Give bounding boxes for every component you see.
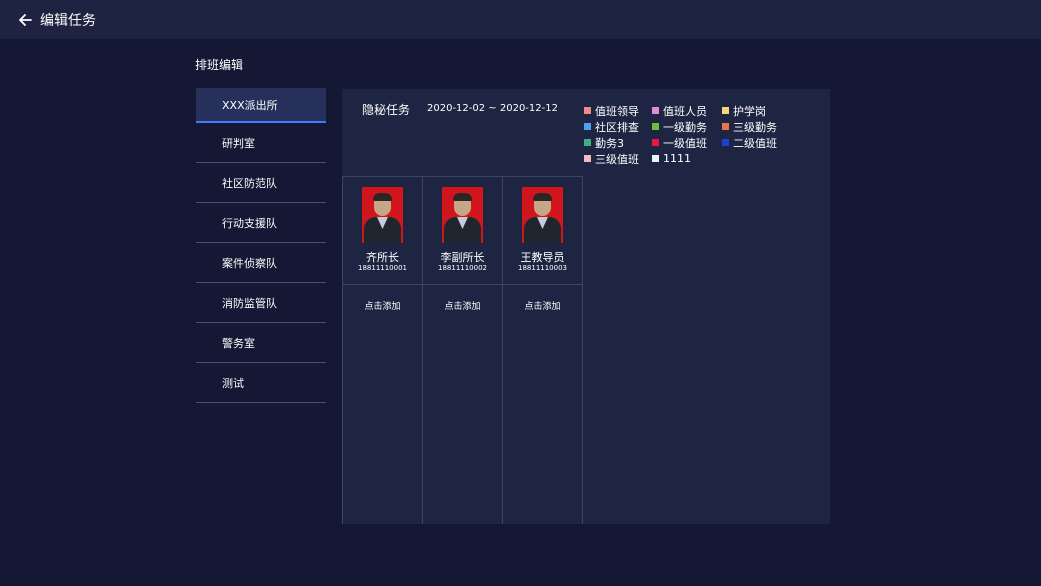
sidebar-item-label: 研判室 [222,136,255,150]
person-phone: 18811110003 [518,264,567,272]
legend-item: 护学岗 [722,103,802,118]
legend-item: 值班领导 [584,103,652,118]
schedule-panel: 隐秘任务 2020-12-02 ~ 2020-12-12 值班领导 值班人员 护… [342,89,830,524]
sidebar-item-label: 社区防范队 [222,176,277,190]
legend-item: 值班人员 [652,103,722,118]
department-sidebar: XXX派出所 研判室 社区防范队 行动支援队 案件侦察队 消防监管队 警务室 测… [196,88,326,403]
legend-item: 三级勤务 [722,119,802,134]
person-photo [442,187,483,243]
sidebar-item-fire-supervision[interactable]: 消防监管队 [196,283,326,323]
legend-item: 三级值班 [584,151,652,166]
sidebar-item-label: XXX派出所 [222,98,278,112]
sidebar-item-label: 案件侦察队 [222,256,277,270]
legend-swatch [584,107,591,114]
person-photo [522,187,563,243]
sidebar-item-label: 测试 [222,376,244,390]
add-shift-button[interactable]: 点击添加 [503,299,582,312]
sidebar-item-support-team[interactable]: 行动支援队 [196,203,326,243]
sidebar-item-research-room[interactable]: 研判室 [196,123,326,163]
add-shift-button[interactable]: 点击添加 [423,299,502,312]
legend-item: 一级值班 [652,135,722,150]
top-bar: 编辑任务 [0,0,1041,39]
legend-swatch [584,123,591,130]
person-name: 齐所长 [366,251,399,264]
person-name: 王教导员 [520,251,565,264]
person-card: 李副所长 18811110002 [423,177,502,285]
legend-swatch [584,155,591,162]
sidebar-item-label: 行动支援队 [222,216,277,230]
legend-swatch [652,123,659,130]
sidebar-item-xxx-station[interactable]: XXX派出所 [196,88,326,123]
person-name: 李副所长 [440,251,485,264]
legend-swatch [722,139,729,146]
person-phone: 18811110002 [438,264,487,272]
legend-swatch [652,139,659,146]
legend-item: 社区排查 [584,119,652,134]
sidebar-item-community-patrol[interactable]: 社区防范队 [196,163,326,203]
legend-swatch [584,139,591,146]
person-column: 李副所长 18811110002 点击添加 [422,176,503,524]
duty-legend: 值班领导 值班人员 护学岗 社区排查 一级勤务 三级勤务 勤务3 一级值班 二级… [584,103,824,166]
legend-item: 勤务3 [584,135,652,150]
person-card: 王教导员 18811110003 [503,177,582,285]
legend-item: 二级值班 [722,135,802,150]
sidebar-item-label: 警务室 [222,336,255,350]
back-button[interactable] [16,11,34,29]
sidebar-item-investigation-team[interactable]: 案件侦察队 [196,243,326,283]
legend-item: 一级勤务 [652,119,722,134]
person-column: 齐所长 18811110001 点击添加 [342,176,423,524]
task-date-range: 2020-12-02 ~ 2020-12-12 [427,103,558,114]
add-shift-button[interactable]: 点击添加 [343,299,422,312]
legend-swatch [652,155,659,162]
sidebar-item-test[interactable]: 测试 [196,363,326,403]
sidebar-item-label: 消防监管队 [222,296,277,310]
legend-swatch [652,107,659,114]
person-photo [362,187,403,243]
legend-swatch [722,123,729,130]
person-card: 齐所长 18811110001 [343,177,422,285]
person-phone: 18811110001 [358,264,407,272]
person-column: 王教导员 18811110003 点击添加 [502,176,583,524]
task-name: 隐秘任务 [362,103,411,117]
arrow-left-icon [19,13,32,26]
sidebar-item-police-office[interactable]: 警务室 [196,323,326,363]
section-title: 排班编辑 [195,58,244,72]
legend-item: 1111 [652,151,722,166]
legend-swatch [722,107,729,114]
page-title: 编辑任务 [40,12,96,29]
